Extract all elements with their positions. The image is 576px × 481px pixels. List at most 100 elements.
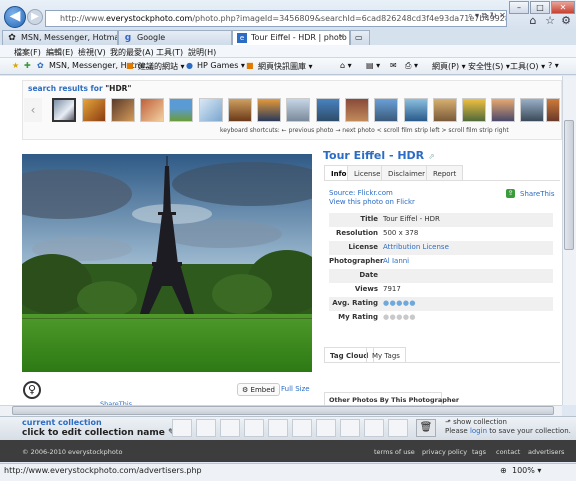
horizontal-scroll-thumb[interactable]	[12, 406, 554, 415]
fav-suggested[interactable]: 建議的網站 ▾	[138, 61, 185, 72]
back-button[interactable]: ◀	[4, 6, 26, 28]
footer-advertisers-link[interactable]: advertisers	[528, 448, 564, 456]
info-key: Avg. Rating	[332, 299, 378, 307]
photographer-link[interactable]: Al Ianni	[383, 257, 409, 265]
full-size-link[interactable]: Full Size	[281, 385, 310, 393]
footer-tags-link[interactable]: tags	[472, 448, 486, 456]
footer-privacy-link[interactable]: privacy policy	[422, 448, 467, 456]
menu-help[interactable]: 說明(H)	[188, 47, 216, 58]
feeds-icon[interactable]: ▤ ▾	[366, 61, 380, 70]
url-host: everystockphoto.com	[105, 14, 193, 23]
film-thumb[interactable]	[433, 98, 457, 122]
collection-slot[interactable]	[340, 419, 360, 437]
show-collection-label: show collection	[453, 418, 507, 426]
cmd-page[interactable]: 網頁(P) ▾	[432, 61, 466, 72]
tab-google[interactable]: g Google	[118, 30, 232, 45]
footer-terms-link[interactable]: terms of use	[374, 448, 415, 456]
help-icon[interactable]: ? ▾	[548, 61, 559, 70]
film-thumb[interactable]	[404, 98, 428, 122]
compat-icon[interactable]: ⧉	[482, 11, 488, 20]
film-thumb[interactable]	[520, 98, 544, 122]
menu-favorites[interactable]: 我的最愛(A)	[110, 47, 154, 58]
film-thumb[interactable]	[345, 98, 369, 122]
film-thumb[interactable]	[374, 98, 398, 122]
collection-slot[interactable]	[268, 419, 288, 437]
film-thumb[interactable]	[111, 98, 135, 122]
license-link[interactable]: Attribution License	[383, 243, 449, 251]
zoom-level[interactable]: 100% ▾	[512, 466, 541, 475]
collection-slot[interactable]	[196, 419, 216, 437]
film-thumb[interactable]	[462, 98, 486, 122]
film-thumb[interactable]	[82, 98, 106, 122]
show-collection-link[interactable]: ⬏ show collection	[445, 418, 507, 426]
cmd-safety[interactable]: 安全性(S) ▾	[468, 61, 510, 72]
collection-slot[interactable]	[388, 419, 408, 437]
share-icon[interactable]: ⇪	[506, 189, 515, 198]
maximize-button[interactable]: □	[530, 1, 550, 14]
film-thumb[interactable]	[546, 98, 560, 122]
tab-report[interactable]: Report	[426, 165, 464, 180]
strip-left-arrow-icon[interactable]: ‹	[24, 98, 42, 122]
address-bar[interactable]: http://www.everystockphoto.com/photo.php…	[45, 10, 507, 27]
collection-slot[interactable]	[172, 419, 192, 437]
external-link-icon[interactable]: ⇗	[428, 152, 435, 161]
cmd-tools[interactable]: 工具(O) ▾	[510, 61, 545, 72]
tools-gear-icon[interactable]: ⚙	[559, 14, 573, 28]
attribution-person-icon[interactable]: ♀	[23, 381, 41, 399]
home-cmd-icon[interactable]: ⌂ ▾	[340, 61, 352, 70]
my-rating-dots[interactable]: ●●●●●	[383, 313, 416, 321]
collection-slot[interactable]	[364, 419, 384, 437]
other-photos-tab[interactable]: Other Photos By This Photographer	[324, 392, 459, 406]
menu-tools[interactable]: 工具(T)	[156, 47, 183, 58]
trash-icon[interactable]: 🗑	[416, 419, 436, 437]
collection-name-edit[interactable]: click to edit collection name ✎	[22, 428, 176, 438]
film-thumb[interactable]	[257, 98, 281, 122]
main-photo[interactable]	[22, 154, 312, 372]
menu-edit[interactable]: 編輯(E)	[46, 47, 73, 58]
print-icon[interactable]: ⎙ ▾	[405, 61, 418, 71]
dropdown-icon[interactable]: ▾	[475, 11, 479, 20]
menu-view[interactable]: 檢視(V)	[78, 47, 106, 58]
fav-web-slice[interactable]: 網頁快訊圖庫 ▾	[258, 61, 313, 72]
fav-msn[interactable]: MSN, Messenger, Hotm...	[49, 61, 150, 70]
tab-msn[interactable]: ✿ MSN, Messenger, Hotmail -...	[2, 30, 118, 45]
close-tab-icon[interactable]: ✕	[338, 32, 345, 41]
close-button[interactable]: ✕	[551, 1, 575, 14]
collection-slot[interactable]	[316, 419, 336, 437]
collection-slot[interactable]	[292, 419, 312, 437]
fav-hp-games[interactable]: HP Games ▾	[197, 61, 245, 70]
favorites-star-icon[interactable]: ★	[12, 61, 19, 70]
film-thumb[interactable]	[140, 98, 164, 122]
footer-contact-link[interactable]: contact	[496, 448, 520, 456]
home-icon[interactable]: ⌂	[526, 14, 540, 28]
collection-slot[interactable]	[220, 419, 240, 437]
film-thumb[interactable]	[169, 98, 193, 122]
film-thumb[interactable]	[228, 98, 252, 122]
source-link[interactable]: Source: Flickr.com	[329, 189, 393, 197]
film-thumb[interactable]	[52, 98, 76, 122]
film-thumb[interactable]	[491, 98, 515, 122]
tab-my-tags[interactable]: My Tags	[366, 347, 406, 362]
film-thumb[interactable]	[316, 98, 340, 122]
forward-button[interactable]: ▶	[27, 9, 43, 25]
film-thumb[interactable]	[199, 98, 223, 122]
vertical-scroll-thumb[interactable]	[564, 120, 574, 250]
minimize-button[interactable]: –	[509, 1, 529, 14]
view-on-flickr-link[interactable]: View this photo on Flickr	[329, 198, 415, 206]
tab-disclaimer[interactable]: Disclaimer	[381, 165, 433, 180]
search-icon[interactable]: ⌕	[468, 11, 472, 20]
login-link[interactable]: login	[470, 427, 487, 435]
sharethis-link[interactable]: ShareThis	[520, 190, 555, 198]
favorites-star-icon[interactable]: ☆	[543, 14, 557, 28]
stop-icon[interactable]: ✕	[499, 11, 506, 20]
mail-icon[interactable]: ✉	[390, 61, 397, 70]
add-favorite-icon[interactable]: ✚	[24, 61, 31, 70]
collection-slot[interactable]	[244, 419, 264, 437]
menu-file[interactable]: 檔案(F)	[14, 47, 41, 58]
new-tab-button[interactable]: ▭	[350, 30, 370, 45]
photo-title[interactable]: Tour Eiffel - HDR ⇗	[323, 149, 435, 162]
film-thumb[interactable]	[286, 98, 310, 122]
embed-button[interactable]: ⚙ Embed	[237, 383, 280, 396]
refresh-icon[interactable]: ↻	[490, 11, 497, 20]
tab-everystockphoto[interactable]: e Tour Eiffel - HDR | photo ... ✕	[232, 30, 350, 45]
